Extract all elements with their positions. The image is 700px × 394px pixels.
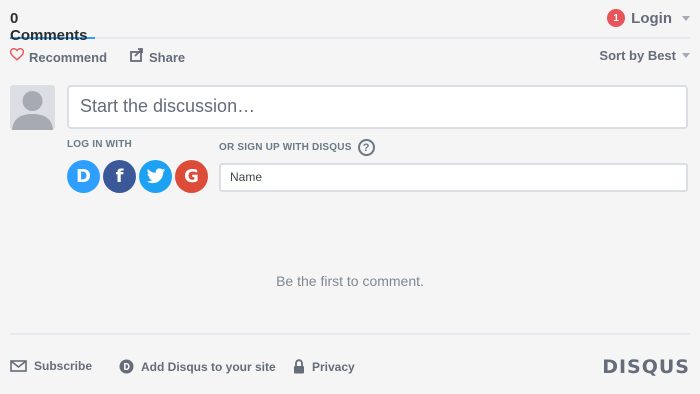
disqus-brand-logo[interactable]: DISQUS	[602, 356, 690, 378]
login-label[interactable]: Login	[631, 10, 672, 27]
share-icon	[130, 48, 144, 67]
envelope-icon	[10, 360, 27, 372]
discussion-input[interactable]: Start the discussion…	[67, 85, 688, 129]
login-with-section: LOG IN WITH D f G	[67, 139, 208, 193]
subscribe-link[interactable]: Subscribe	[10, 359, 92, 373]
recommend-label: Recommend	[29, 49, 108, 65]
add-disqus-label: Add Disqus to your site	[141, 359, 276, 374]
empty-thread-message: Be the first to comment.	[276, 273, 424, 289]
twitter-login-button[interactable]	[139, 160, 172, 193]
google-icon: G	[184, 166, 199, 187]
lock-icon	[294, 359, 304, 374]
help-icon[interactable]: ?	[357, 139, 375, 156]
login-menu[interactable]: 1 Login	[607, 8, 690, 28]
privacy-label: Privacy	[312, 359, 355, 374]
facebook-login-button[interactable]: f	[103, 160, 136, 193]
login-with-label: LOG IN WITH	[67, 139, 132, 150]
signup-section: OR SIGN UP WITH DISQUS ? Name	[219, 139, 688, 192]
thread-header: 0 Comments 1 Login	[10, 0, 690, 44]
recommend-button[interactable]: Recommend	[9, 47, 108, 66]
user-silhouette-icon	[12, 91, 53, 130]
avatar	[10, 85, 55, 130]
comments-count-tab[interactable]: 0 Comments	[10, 0, 95, 44]
disqus-icon: D	[76, 166, 91, 187]
notification-badge[interactable]: 1	[607, 9, 626, 27]
share-button[interactable]: Share	[130, 48, 185, 67]
share-label: Share	[149, 50, 186, 65]
disqus-logo-icon	[119, 359, 134, 374]
signup-label: OR SIGN UP WITH DISQUS	[219, 142, 352, 153]
disqus-login-button[interactable]: D	[67, 160, 100, 193]
social-login-buttons: D f G	[67, 160, 208, 193]
chevron-down-icon[interactable]	[682, 15, 690, 21]
thread-actions: Recommend Share Sort by Best	[9, 47, 690, 68]
facebook-icon: f	[115, 166, 124, 187]
chevron-down-icon	[682, 53, 690, 58]
sort-label: Sort by Best	[599, 48, 676, 63]
privacy-link[interactable]: Privacy	[293, 359, 355, 374]
add-disqus-link[interactable]: Add Disqus to your site	[119, 359, 276, 374]
google-login-button[interactable]: G	[175, 160, 208, 193]
twitter-icon	[146, 168, 165, 184]
sort-dropdown[interactable]: Sort by Best	[599, 48, 690, 63]
subscribe-label: Subscribe	[34, 359, 93, 373]
footer: Subscribe Add Disqus to your site Privac…	[10, 333, 690, 394]
heart-icon	[9, 47, 25, 66]
name-input[interactable]: Name	[219, 163, 688, 192]
